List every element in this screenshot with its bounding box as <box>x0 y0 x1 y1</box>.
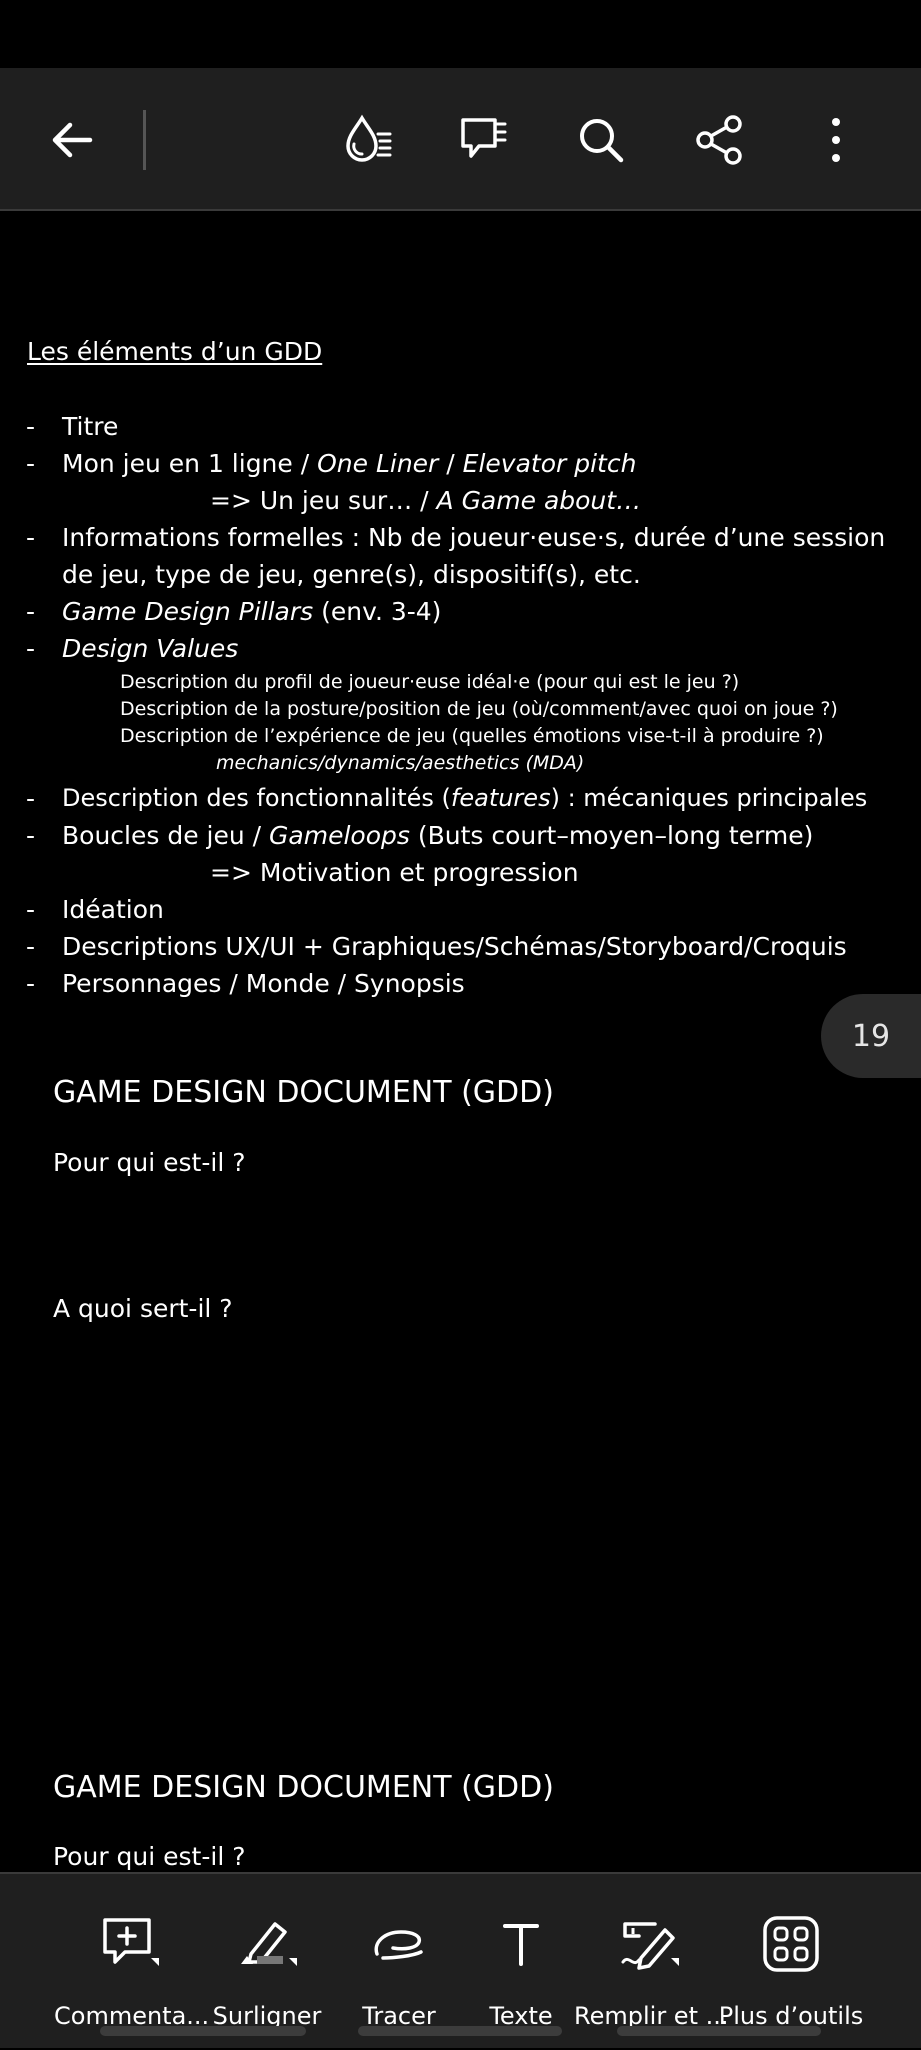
comments-list-button[interactable] <box>441 98 525 182</box>
item-design-values: Design Values <box>62 634 239 663</box>
liquid-mode-icon <box>346 114 392 162</box>
item-mon-jeu: Mon jeu en 1 ligne / One Liner / Elevato… <box>62 449 637 478</box>
mda-note: mechanics/dynamics/aesthetics (MDA) <box>216 752 585 774</box>
tool-more-tools[interactable]: Plus d’outils <box>716 1874 866 2050</box>
search-button[interactable] <box>559 98 643 182</box>
bullet: - <box>26 821 36 850</box>
tool-comment[interactable]: Commenta... <box>54 1874 209 2050</box>
item-infos-line2: de jeu, type de jeu, genre(s), dispositi… <box>62 560 641 589</box>
desc-experience: Description de l’expérience de jeu (quel… <box>120 725 824 747</box>
share-button[interactable] <box>677 98 761 182</box>
text-icon <box>503 1924 539 1966</box>
item-boucles: Boucles de jeu / Gameloops (Buts court–m… <box>62 821 814 850</box>
bullet: - <box>26 412 36 441</box>
share-icon <box>696 115 742 165</box>
highlighter-icon <box>241 1922 297 1966</box>
item-infos-line1: Informations formelles : Nb de joueur·eu… <box>62 523 886 552</box>
status-bar <box>0 0 921 68</box>
page-2-question-1: Pour qui est-il ? <box>53 1148 246 1177</box>
more-options-button[interactable] <box>794 98 878 182</box>
toolbar-divider <box>143 110 146 170</box>
bullet: - <box>26 597 36 626</box>
page-2-title: GAME DESIGN DOCUMENT (GDD) <box>53 1075 554 1110</box>
fill-sign-icon <box>621 1922 679 1970</box>
bullet: - <box>26 449 36 478</box>
back-button[interactable] <box>30 98 114 182</box>
scroll-indicator <box>617 2026 821 2036</box>
scroll-indicator <box>358 2026 562 2036</box>
add-comment-icon <box>103 1918 159 1966</box>
tool-highlight[interactable]: Surligner <box>192 1874 342 2050</box>
item-motivation: => Motivation et progression <box>210 858 579 887</box>
item-ux: Descriptions UX/UI + Graphiques/Schémas/… <box>62 932 847 961</box>
item-ideation: Idéation <box>62 895 164 924</box>
item-pillars: Game Design Pillars (env. 3-4) <box>62 597 442 626</box>
scroll-indicator <box>100 2026 306 2036</box>
page-1-title: Les éléments d’un GDD <box>27 337 323 366</box>
document-viewer[interactable]: Les éléments d’un GDD - Titre - Mon jeu … <box>0 212 921 1872</box>
page-number-indicator[interactable]: 19 <box>821 994 921 1078</box>
draw-icon <box>374 1930 423 1960</box>
item-fonctionnalites: Description des fonctionnalités (feature… <box>62 784 868 812</box>
more-vertical-icon <box>832 118 840 162</box>
item-personnages: Personnages / Monde / Synopsis <box>62 969 465 998</box>
comments-list-icon <box>461 118 507 158</box>
bullet: - <box>26 523 36 552</box>
item-jeu-sur: => Un jeu sur… / A Game about… <box>210 486 642 515</box>
page-3-question-1: Pour qui est-il ? <box>53 1842 246 1871</box>
bullet: - <box>26 784 36 813</box>
top-toolbar <box>0 68 921 211</box>
desc-profil: Description du profil de joueur·euse idé… <box>120 671 740 693</box>
item-titre: Titre <box>62 412 119 441</box>
page-2-question-2: A quoi sert-il ? <box>53 1294 233 1323</box>
desc-posture: Description de la posture/position de je… <box>120 698 838 720</box>
search-icon <box>580 119 624 163</box>
bullet: - <box>26 895 36 924</box>
liquid-mode-button[interactable] <box>326 98 410 182</box>
bullet: - <box>26 634 36 663</box>
page-3-title: GAME DESIGN DOCUMENT (GDD) <box>53 1770 554 1805</box>
more-tools-icon <box>763 1916 819 1972</box>
bottom-toolbar: Commenta... Surligner Tracer Texte Rempl… <box>0 1872 921 2048</box>
bullet: - <box>26 969 36 998</box>
arrow-left-icon <box>52 122 93 158</box>
tool-fill-sign[interactable]: Remplir et ... <box>574 1874 729 2050</box>
bullet: - <box>26 932 36 961</box>
